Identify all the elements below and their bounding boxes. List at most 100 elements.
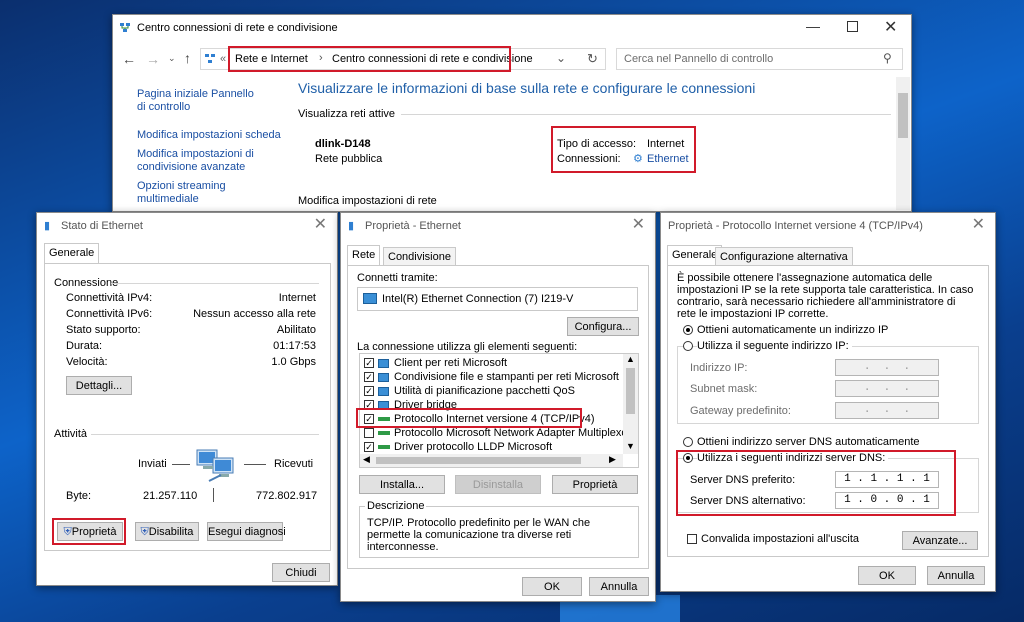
ipv6-value: Nessun accesso alla rete [193,308,316,320]
forward-arrow-icon[interactable]: → [146,51,160,67]
sidebar-item-streaming[interactable]: Opzioni streaming multimediale [137,180,247,206]
ethernet-icon: ▮ [348,220,355,232]
alternate-dns-field[interactable]: 1 . 0 . 0 . 1 [835,492,939,509]
item-checkbox[interactable]: ✓ [364,414,374,424]
tab-sharing[interactable]: Condivisione [383,247,456,265]
item-checkbox[interactable]: ✓ [364,372,374,382]
gateway-label: Gateway predefinito: [690,405,791,417]
back-arrow-icon[interactable]: ← [122,51,136,67]
scroll-left-icon[interactable]: ◀ [363,454,370,465]
ipv4-tab-strip: Generale Configurazione alternativa [667,245,987,265]
network-name: dlink-D148 [315,138,371,150]
tab-general[interactable]: Generale [667,245,723,265]
breadcrumb-overflow[interactable]: « [220,53,226,65]
network-service-icon [378,387,389,396]
control-panel-titlebar: Centro connessioni di rete e condivision… [113,15,911,41]
disable-button[interactable]: ⛨Disabilita [135,522,199,541]
network-adapter-icon [363,293,377,304]
uninstall-button[interactable]: Disinstalla [455,475,541,494]
tab-general[interactable]: Generale [44,243,100,263]
refresh-icon[interactable]: ↻ [587,51,598,67]
configure-button[interactable]: Configura... [567,317,639,336]
ipv4-titlebar: Proprietà - Protocollo Internet versione… [661,213,995,239]
vertical-scrollbar[interactable] [896,77,910,210]
network-client-icon [378,359,389,368]
ip-address-field[interactable]: . . . [835,359,939,376]
properties-button[interactable]: ⛨Proprietà [57,522,123,541]
tab-alternate-config[interactable]: Configurazione alternativa [715,247,853,265]
close-icon[interactable]: ✕ [314,217,327,233]
manual-ip-radio[interactable] [683,341,693,351]
advanced-button[interactable]: Avanzate... [902,531,978,550]
duration-value: 01:17:53 [273,340,316,352]
scroll-right-icon[interactable]: ▶ [609,454,616,465]
ethernet-connection-link[interactable]: Ethernet [647,153,689,165]
breadcrumb-separator: › [319,52,323,64]
search-icon[interactable]: ⚲ [883,51,892,65]
scroll-up-icon[interactable]: ▲ [626,354,635,364]
bytes-label: Byte: [66,490,92,502]
description-text: TCP/IP. Protocollo predefinito per le WA… [367,517,591,553]
manual-dns-radio[interactable] [683,453,693,463]
status-panel: Connessione Connettività IPv4: Internet … [44,263,331,551]
sidebar-item-adapter-settings[interactable]: Modifica impostazioni scheda [137,129,281,141]
items-list[interactable]: ✓ Client per reti Microsoft ✓ Condivisio… [359,353,639,468]
ok-button[interactable]: OK [522,577,582,596]
manual-dns-label[interactable]: Utilizza i seguenti indirizzi server DNS… [697,452,889,464]
install-button[interactable]: Installa... [359,475,445,494]
close-icon[interactable]: ✕ [632,217,645,233]
sidebar-item-home[interactable]: Pagina iniziale Pannello di controllo [137,88,262,114]
recent-dropdown-icon[interactable]: ⌄ [168,53,176,64]
item-label: Protocollo Microsoft Network Adapter Mul… [394,427,632,439]
cancel-button[interactable]: Annulla [927,566,985,585]
item-checkbox[interactable]: ✓ [364,358,374,368]
item-label: Protocollo Internet versione 4 (TCP/IPv4… [394,413,595,425]
cancel-button[interactable]: Annulla [589,577,649,596]
breadcrumb-network-center[interactable]: Centro connessioni di rete e condivision… [332,53,533,65]
maximize-button[interactable] [847,21,858,32]
item-checkbox[interactable]: ✓ [364,386,374,396]
item-properties-button[interactable]: Proprietà [552,475,638,494]
auto-ip-radio[interactable] [683,325,693,335]
validate-label[interactable]: Convalida impostazioni all'uscita [701,533,859,545]
breadcrumb-rete-internet[interactable]: Rete e Internet [235,53,308,65]
up-arrow-icon[interactable]: ↑ [184,50,191,66]
search-box[interactable]: Cerca nel Pannello di controllo ⚲ [616,48,903,70]
minimize-button[interactable]: — [806,18,820,34]
auto-dns-label[interactable]: Ottieni indirizzo server DNS automaticam… [697,436,920,448]
close-button[interactable]: ✕ [884,17,897,37]
diagnose-button[interactable]: Esegui diagnosi [207,522,286,541]
ipv6-label: Connettività IPv6: [66,308,153,320]
scroll-down-icon[interactable]: ▼ [626,441,635,451]
list-vertical-scrollbar[interactable]: ▲ ▼ [623,354,638,454]
auto-dns-radio[interactable] [683,437,693,447]
details-button[interactable]: Dettagli... [66,376,132,395]
manual-ip-label[interactable]: Utilizza il seguente indirizzo IP: [697,340,852,352]
page-heading: Visualizzare le informazioni di base sul… [298,80,756,96]
connections-label: Connessioni: [557,153,621,165]
eth-props-title: Proprietà - Ethernet [365,220,461,232]
gateway-field[interactable]: . . . [835,402,939,419]
item-checkbox[interactable] [364,428,374,438]
close-button[interactable]: Chiudi [272,563,330,582]
subnet-mask-field[interactable]: . . . [835,380,939,397]
validate-checkbox[interactable] [687,534,697,544]
preferred-dns-field[interactable]: 1 . 1 . 1 . 1 [835,471,939,488]
description-box: Descrizione TCP/IP. Protocollo predefini… [359,500,639,558]
preferred-dns-label: Server DNS preferito: [690,474,796,486]
uac-shield-icon: ⛨ [63,526,72,538]
list-horizontal-scrollbar[interactable]: ◀ ▶ [360,454,623,467]
auto-ip-label[interactable]: Ottieni automaticamente un indirizzo IP [697,324,888,336]
tab-network[interactable]: Rete [347,245,381,265]
activity-group-label: Attività [54,428,88,440]
network-center-icon [120,23,130,32]
address-dropdown-icon[interactable]: ⌄ [556,51,566,65]
ipv4-properties-window: Proprietà - Protocollo Internet versione… [660,212,996,592]
address-bar[interactable]: « Rete e Internet › Centro connessioni d… [200,48,606,70]
item-checkbox[interactable]: ✓ [364,442,374,452]
ok-button[interactable]: OK [858,566,916,585]
close-icon[interactable]: ✕ [972,217,985,233]
subnet-mask-label: Subnet mask: [690,383,758,395]
sidebar-item-sharing-settings[interactable]: Modifica impostazioni di condivisione av… [137,148,262,174]
item-checkbox[interactable]: ✓ [364,400,374,410]
